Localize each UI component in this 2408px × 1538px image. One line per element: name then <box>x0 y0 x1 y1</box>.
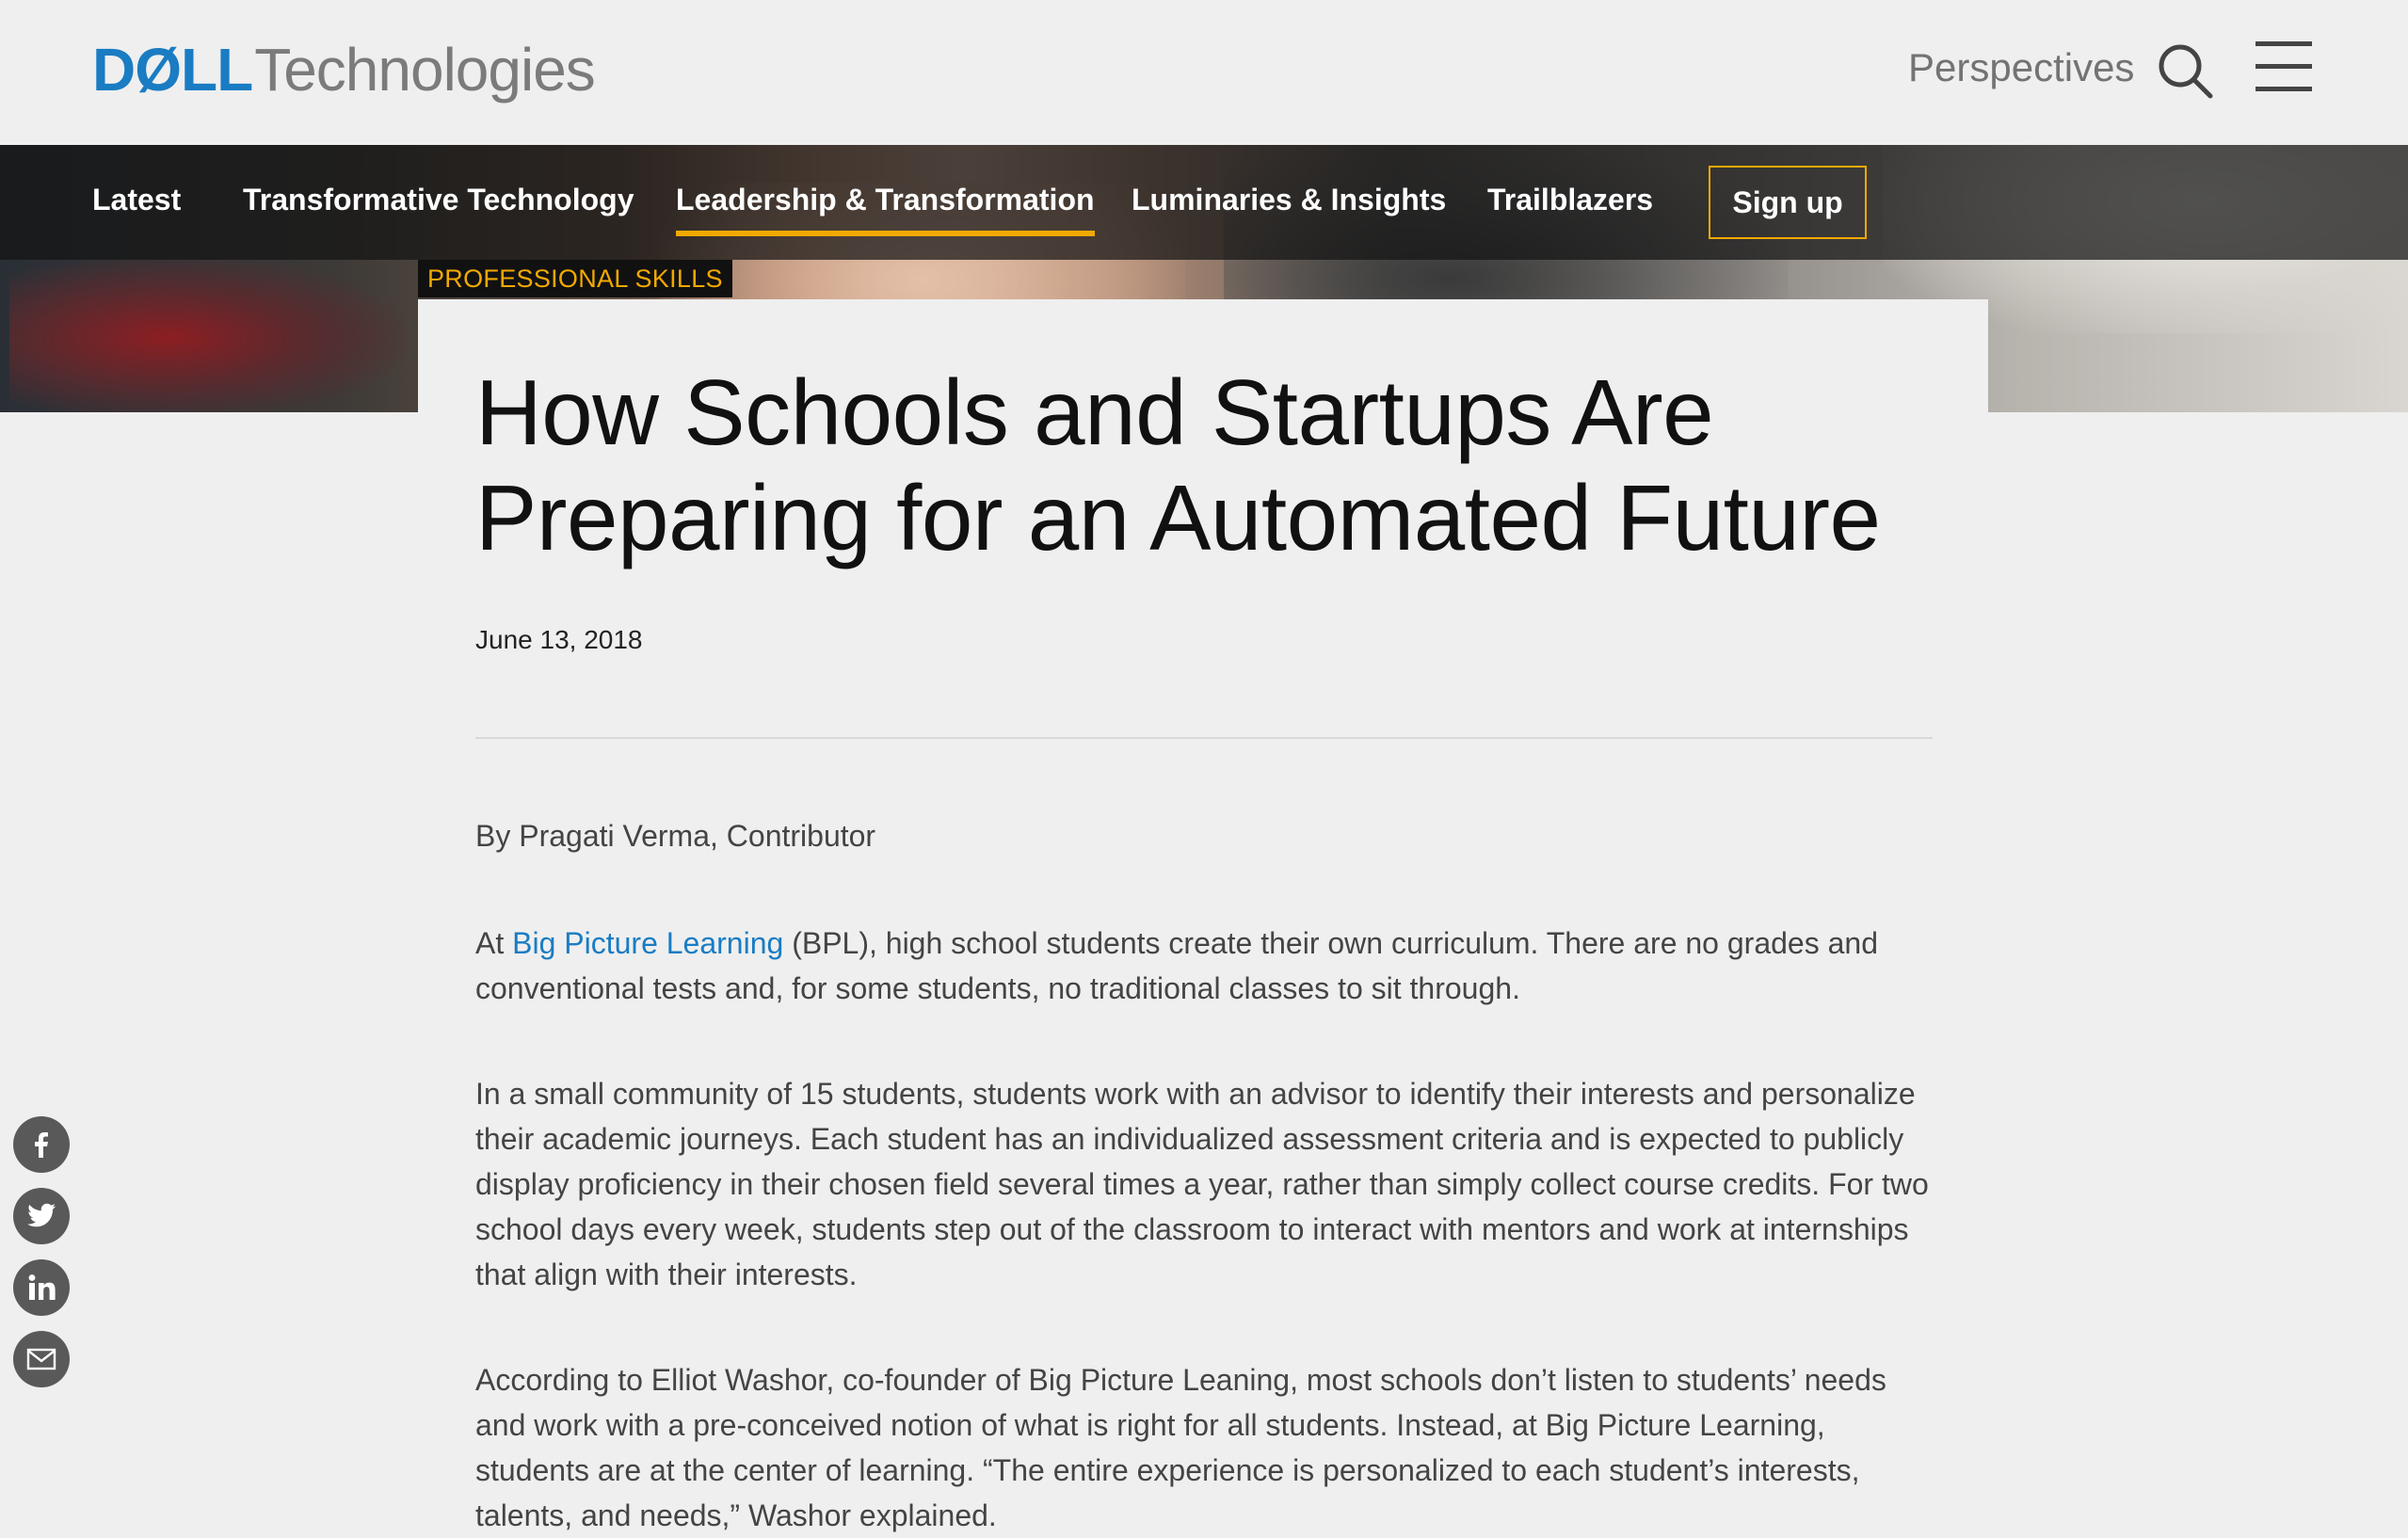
logo-technologies-wordmark: Technologies <box>254 36 596 104</box>
nav-item-luminaries-insights[interactable]: Luminaries & Insights <box>1132 183 1446 217</box>
dell-technologies-logo[interactable]: DØLL Technologies <box>92 32 596 107</box>
email-share-button[interactable] <box>13 1331 70 1387</box>
linkedin-share-button[interactable] <box>13 1259 70 1316</box>
nav-item-latest[interactable]: Latest <box>92 183 181 217</box>
nav-item-trailblazers[interactable]: Trailblazers <box>1487 183 1653 217</box>
logo-dell-wordmark: DØLL <box>92 36 253 104</box>
site-header: DØLL Technologies Perspectives <box>0 0 2408 145</box>
hamburger-menu-icon[interactable] <box>2255 41 2312 94</box>
nav-item-transformative-technology[interactable]: Transformative Technology <box>243 183 634 217</box>
perspectives-link[interactable]: Perspectives <box>1908 45 2134 90</box>
twitter-icon <box>27 1203 56 1227</box>
article-paragraph-1: At Big Picture Learning (BPL), high scho… <box>475 921 1944 1011</box>
big-picture-learning-link[interactable]: Big Picture Learning <box>512 926 783 960</box>
byline: By Pragati Verma, Contributor <box>475 819 876 853</box>
category-tag[interactable]: PROFESSIONAL SKILLS <box>418 260 732 297</box>
twitter-share-button[interactable] <box>13 1188 70 1244</box>
article-paragraph-2: In a small community of 15 students, stu… <box>475 1077 1929 1291</box>
category-nav: Latest Transformative Technology Leaders… <box>0 145 2408 260</box>
search-icon[interactable] <box>2156 41 2216 102</box>
sign-up-button[interactable]: Sign up <box>1709 166 1867 239</box>
facebook-icon <box>35 1132 48 1158</box>
paragraph-text: At <box>475 926 513 960</box>
email-icon <box>26 1348 56 1370</box>
article-title: How Schools and Startups Are Preparing f… <box>475 360 1881 569</box>
article-card: How Schools and Startups Are Preparing f… <box>418 299 1988 1532</box>
publish-date: June 13, 2018 <box>475 625 643 654</box>
article-paragraph-3: According to Elliot Washor, co-founder o… <box>475 1363 1886 1532</box>
divider <box>475 737 1933 739</box>
facebook-share-button[interactable] <box>13 1116 70 1173</box>
nav-item-leadership-transformation[interactable]: Leadership & Transformation <box>676 183 1095 236</box>
linkedin-icon <box>28 1274 56 1300</box>
